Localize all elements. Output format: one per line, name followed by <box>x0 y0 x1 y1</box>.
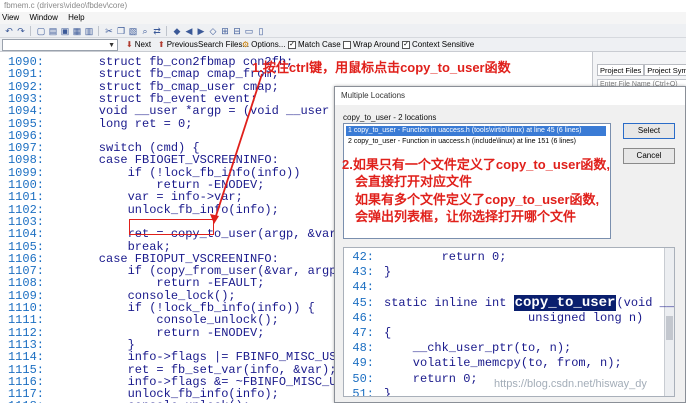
line-number: 43: <box>352 265 374 280</box>
code-text: unsigned long n) <box>384 310 644 325</box>
code-preview[interactable]: 42: return 0; 43:} 44: 45: static inline int… <box>343 247 675 397</box>
preview-line[interactable]: 42: return 0; <box>344 250 664 265</box>
preview-line[interactable]: 49: volatile_memcpy(to, from, n); <box>344 356 664 371</box>
code-text: static inline int <box>384 295 514 310</box>
preview-line[interactable]: 48: __chk_user_ptr(to, n); <box>344 341 664 356</box>
line-number: 50: <box>352 371 374 386</box>
code-text: return 0; <box>384 371 478 386</box>
preview-scrollbar[interactable] <box>664 248 674 396</box>
annotation-step-2-line4: 会弹出列表框，让你选择打开哪个文件 <box>355 209 577 224</box>
line-number: 42: <box>352 250 374 264</box>
preview-line[interactable]: 45: static inline int copy_to_user(void _… <box>344 294 674 311</box>
location-item-2[interactable]: 2 copy_to_user - Function in uaccess.h (… <box>346 137 576 147</box>
code-text: } <box>384 265 392 280</box>
preview-line[interactable]: 44: <box>344 280 664 295</box>
code-text: (void __u <box>616 295 675 310</box>
multiple-locations-dialog: Multiple Locations copy_to_user - 2 loca… <box>334 86 686 403</box>
preview-line[interactable]: 46: unsigned long n) <box>344 311 664 326</box>
watermark: https://blog.csdn.net/hisway_dy <box>494 378 647 390</box>
dialog-title: Multiple Locations <box>335 87 685 105</box>
code-text: { <box>384 326 392 340</box>
line-number: 48: <box>352 341 374 356</box>
dialog-subtitle: copy_to_user - 2 locations <box>343 113 437 122</box>
select-button[interactable]: Select <box>623 123 675 139</box>
line-number: 46: <box>352 310 374 325</box>
line-number: 45: <box>352 295 374 310</box>
preview-line[interactable]: 47: { <box>344 326 664 341</box>
code-text: volatile_memcpy(to, from, n); <box>384 356 622 371</box>
highlighted-symbol[interactable]: copy_to_user <box>513 294 617 311</box>
cancel-button[interactable]: Cancel <box>623 148 675 164</box>
line-number: 49: <box>352 356 374 371</box>
line-number: 47: <box>352 326 374 340</box>
code-text: __chk_user_ptr(to, n); <box>384 341 572 356</box>
code-text: } <box>384 386 392 397</box>
code-text: return 0; <box>384 250 507 264</box>
location-item-1[interactable]: 1 copy_to_user - Function in uaccess.h (… <box>346 126 606 136</box>
scrollbar-thumb[interactable] <box>666 316 673 340</box>
preview-line[interactable]: 43:} <box>344 265 664 280</box>
line-number: 44: <box>352 280 374 295</box>
line-number: 51: <box>352 386 374 397</box>
annotation-step-2-line2: 会直接打开对应文件 <box>355 174 473 189</box>
